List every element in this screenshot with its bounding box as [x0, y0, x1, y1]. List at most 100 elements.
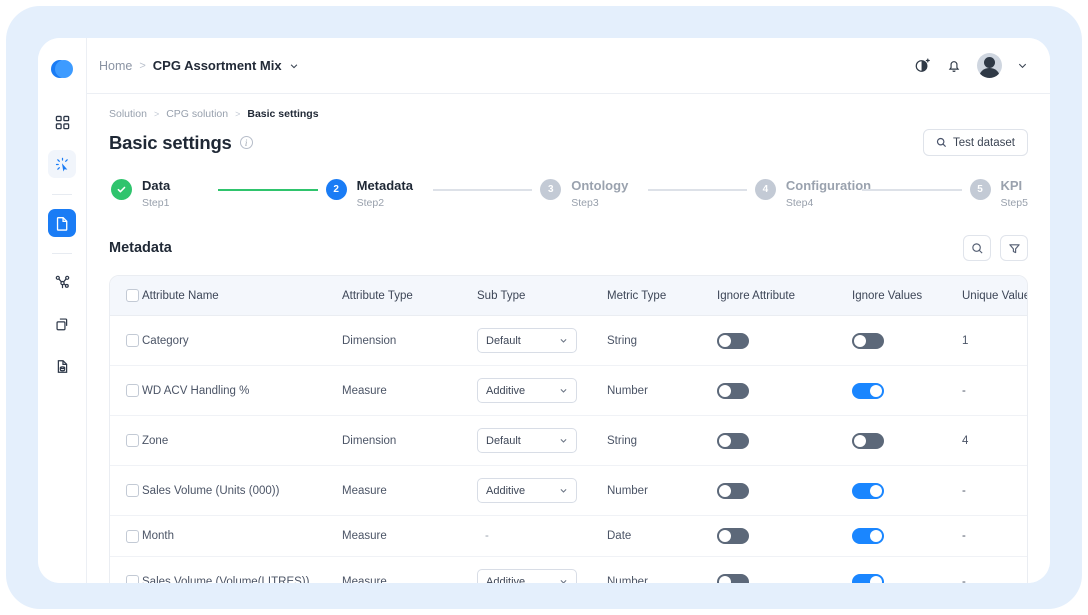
- ignore-values-toggle[interactable]: [852, 382, 884, 399]
- sub-type-select[interactable]: Additive: [477, 378, 577, 403]
- step-connector-3: [647, 189, 747, 191]
- sub-type-value: Additive: [486, 484, 526, 497]
- stepper-step-kpi[interactable]: 5 KPI Step5: [969, 178, 1028, 209]
- column-attribute-name[interactable]: Attribute Name: [142, 276, 342, 316]
- ignore-attribute-toggle[interactable]: [717, 382, 749, 399]
- step-connector-2: [432, 189, 533, 191]
- chevron-down-icon[interactable]: [289, 61, 299, 71]
- ignore-values-toggle[interactable]: [852, 482, 884, 499]
- table-row[interactable]: Category Dimension Default String 1: [110, 315, 1027, 366]
- table-row[interactable]: Zone Dimension Default String 4: [110, 415, 1027, 466]
- metadata-table: Attribute Name Attribute Type Sub Type M…: [109, 275, 1028, 583]
- search-icon: [936, 137, 947, 148]
- select-all-checkbox[interactable]: [126, 289, 139, 302]
- breadcrumb-current[interactable]: CPG Assortment Mix: [153, 58, 282, 73]
- table-filter-button[interactable]: [1000, 235, 1028, 261]
- chevron-down-icon: [559, 486, 568, 495]
- ignore-values-toggle[interactable]: [852, 528, 884, 544]
- column-sub-type[interactable]: Sub Type: [477, 276, 607, 316]
- table-row[interactable]: Month Measure - Date -: [110, 515, 1027, 557]
- cell-attribute-type: Dimension: [342, 415, 477, 466]
- theme-sparkle-icon[interactable]: [914, 57, 931, 74]
- table-search-button[interactable]: [963, 235, 991, 261]
- avatar[interactable]: [977, 53, 1002, 78]
- cell-unique-values: -: [962, 515, 1027, 557]
- ignore-values-toggle[interactable]: [852, 573, 884, 583]
- test-dataset-label: Test dataset: [952, 136, 1015, 149]
- breadcrumb-chevron-icon-1: >: [153, 109, 160, 119]
- row-checkbox[interactable]: [126, 575, 139, 583]
- test-dataset-button[interactable]: Test dataset: [922, 129, 1028, 156]
- cell-ignore-values: [852, 415, 962, 466]
- ignore-attribute-toggle[interactable]: [717, 432, 749, 449]
- sub-type-select[interactable]: Default: [477, 428, 577, 453]
- cell-ignore-values: [852, 515, 962, 557]
- column-attribute-type[interactable]: Attribute Type: [342, 276, 477, 316]
- chevron-down-icon: [559, 436, 568, 445]
- row-select-cell: [110, 365, 142, 416]
- ignore-values-toggle[interactable]: [852, 432, 884, 449]
- sidebar-item-document-database[interactable]: [48, 352, 76, 380]
- ignore-attribute-toggle[interactable]: [717, 332, 749, 349]
- cell-attribute-name: Zone: [142, 415, 342, 466]
- cell-ignore-values: [852, 465, 962, 516]
- ignore-attribute-toggle[interactable]: [717, 573, 749, 583]
- sidebar-item-document[interactable]: [48, 209, 76, 237]
- sub-type-value: Additive: [486, 384, 526, 397]
- stepper-step-metadata[interactable]: 2 Metadata Step2: [325, 178, 425, 209]
- breadcrumb-home[interactable]: Home: [99, 59, 132, 73]
- cell-sub-type: Additive: [477, 365, 607, 416]
- cell-sub-type: Default: [477, 415, 607, 466]
- sidebar-item-ai-cursor[interactable]: [48, 150, 76, 178]
- stepper-step-ontology[interactable]: 3 Ontology Step3: [540, 178, 639, 209]
- cell-sub-type: Additive: [477, 556, 607, 583]
- sidebar-item-dashboard[interactable]: [48, 108, 76, 136]
- bell-icon[interactable]: [946, 58, 962, 74]
- cell-sub-type: -: [477, 515, 607, 557]
- column-unique-values[interactable]: Unique Values: [962, 276, 1027, 316]
- breadcrumb-item-cpg-solution[interactable]: CPG solution: [166, 108, 228, 120]
- column-metric-type[interactable]: Metric Type: [607, 276, 717, 316]
- row-checkbox[interactable]: [126, 334, 139, 347]
- table-row[interactable]: WD ACV Handling % Measure Additive Numbe…: [110, 365, 1027, 416]
- row-checkbox[interactable]: [126, 384, 139, 397]
- cell-attribute-type: Measure: [342, 515, 477, 557]
- step-label-4: Configuration: [785, 178, 872, 193]
- stepper: Data Step1 2 Metadata Step2 3 Ontology S…: [109, 178, 1028, 209]
- column-ignore-attribute[interactable]: Ignore Attribute: [717, 276, 852, 316]
- topbar-actions: [914, 53, 1028, 78]
- topbar: Home > CPG Assortment Mix: [87, 38, 1050, 94]
- row-checkbox[interactable]: [126, 484, 139, 497]
- step-circle-5: 5: [969, 179, 991, 200]
- stepper-step-data[interactable]: Data Step1: [111, 178, 210, 209]
- sub-type-select[interactable]: Additive: [477, 569, 577, 583]
- row-select-cell: [110, 515, 142, 557]
- ignore-attribute-toggle[interactable]: [717, 482, 749, 499]
- column-ignore-values[interactable]: Ignore Values: [852, 276, 962, 316]
- app-logo[interactable]: [49, 56, 75, 82]
- sidebar-item-copy-layers[interactable]: [48, 310, 76, 338]
- row-checkbox[interactable]: [126, 529, 139, 543]
- sub-type-select[interactable]: Additive: [477, 478, 577, 503]
- stepper-step-configuration[interactable]: 4 Configuration Step4: [754, 178, 872, 209]
- main-area: Home > CPG Assortment Mix Solution > CPG…: [87, 38, 1050, 583]
- metadata-actions: [963, 235, 1028, 261]
- ignore-attribute-toggle[interactable]: [717, 528, 749, 544]
- ignore-values-toggle[interactable]: [852, 332, 884, 349]
- info-icon[interactable]: i: [239, 136, 253, 149]
- profile-chevron-down-icon[interactable]: [1017, 60, 1028, 71]
- cell-attribute-name: Sales Volume (Units (000)): [142, 465, 342, 516]
- row-checkbox[interactable]: [126, 434, 139, 447]
- table-row[interactable]: Sales Volume (Volume(LITRES)) Measure Ad…: [110, 556, 1027, 583]
- cell-ignore-values: [852, 556, 962, 583]
- sidebar-item-network[interactable]: [48, 268, 76, 296]
- breadcrumb-item-solution[interactable]: Solution: [109, 108, 147, 120]
- table-row[interactable]: Sales Volume (Units (000)) Measure Addit…: [110, 465, 1027, 516]
- sidebar-divider-2: [52, 253, 72, 254]
- sub-type-value: Default: [486, 334, 521, 347]
- sub-type-select[interactable]: Default: [477, 328, 577, 353]
- breadcrumb-separator-icon: >: [139, 59, 146, 72]
- step-sub-1: Step1: [142, 197, 170, 209]
- cell-attribute-type: Measure: [342, 365, 477, 416]
- app-window: Home > CPG Assortment Mix Solution > CPG…: [38, 38, 1050, 583]
